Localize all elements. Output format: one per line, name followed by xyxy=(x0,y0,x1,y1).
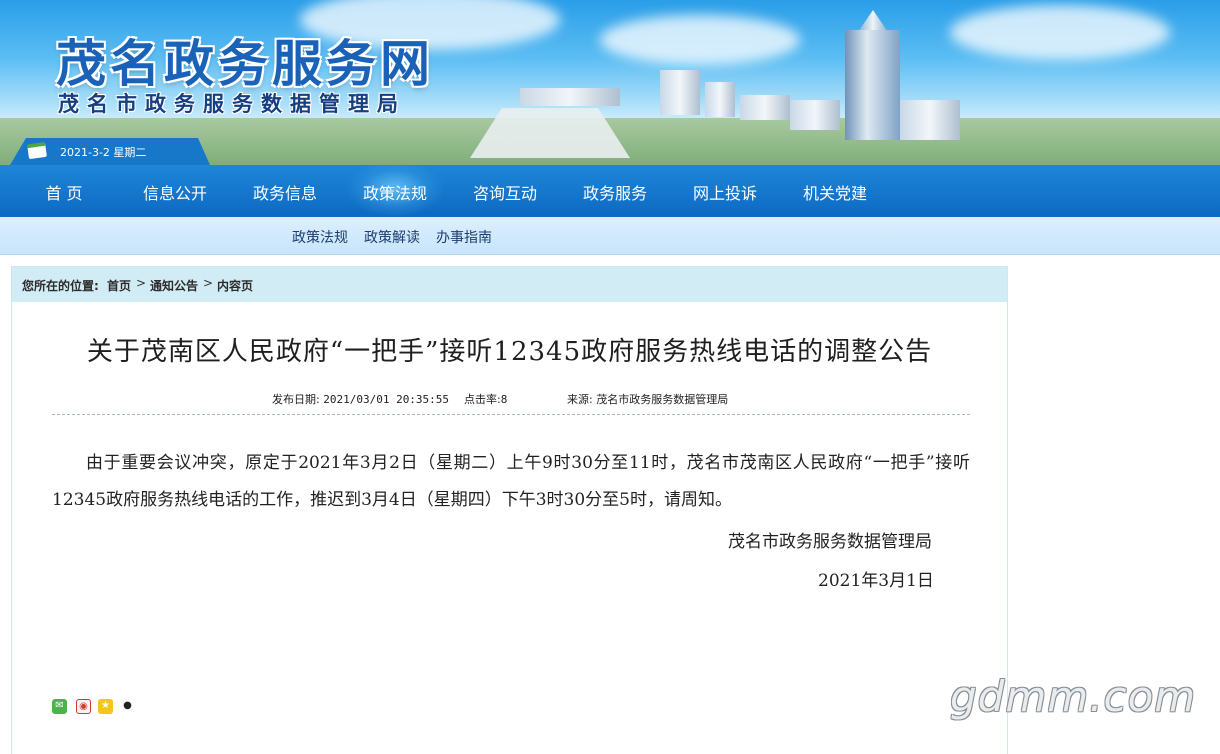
article-title: 关于茂南区人民政府“一把手”接听12345政府服务热线电话的调整公告 xyxy=(86,337,933,367)
calendar-icon xyxy=(27,141,47,160)
article-sign-date: 2021年3月1日 xyxy=(818,571,934,591)
nav-item-consult[interactable]: 咨询互动 xyxy=(455,165,555,217)
current-date: 2021-3-2 星期二 xyxy=(60,146,147,159)
qq-icon[interactable]: ● xyxy=(120,699,135,714)
city-building xyxy=(740,95,790,120)
main-nav: 首 页 信息公开 政务信息 政策法规 咨询互动 政务服务 网上投诉 机关党建 xyxy=(0,165,1220,217)
click-count-value: 8 xyxy=(500,393,508,406)
cloud-decoration xyxy=(950,5,1170,60)
breadcrumb-separator: > xyxy=(136,276,147,290)
cloud-decoration xyxy=(600,15,800,65)
weibo-icon[interactable]: ◉ xyxy=(76,699,91,714)
wechat-icon[interactable]: ✉ xyxy=(52,699,67,714)
city-plaza xyxy=(470,108,630,158)
city-building xyxy=(520,88,620,106)
city-tower xyxy=(845,30,900,140)
nav-item-home[interactable]: 首 页 xyxy=(14,165,114,217)
breadcrumb-prefix: 您所在的位置: xyxy=(22,279,99,293)
title-divider xyxy=(52,414,970,415)
article-signature: 茂名市政务服务数据管理局 xyxy=(728,532,932,552)
source-value: 茂名市政务服务数据管理局 xyxy=(596,393,729,406)
click-count-label: 点击率: xyxy=(464,393,501,406)
header-banner: 茂名政务服务网 茂名市政务服务数据管理局 2021-3-2 星期二 xyxy=(0,0,1220,165)
breadcrumb-current: 内容页 xyxy=(217,279,254,293)
city-building xyxy=(900,100,960,140)
click-count: 点击率:8 xyxy=(464,391,507,407)
nav-item-party[interactable]: 机关党建 xyxy=(785,165,885,217)
publish-date-value: 2021/03/01 20:35:55 xyxy=(323,393,450,406)
site-title[interactable]: 茂名政务服务网 xyxy=(56,24,434,96)
subnav-item-policy[interactable]: 政策法规 xyxy=(292,227,348,247)
publish-date: 发布日期: 2021/03/01 20:35:55 xyxy=(272,391,449,407)
content-panel: 您所在的位置: 首页 > 通知公告 > 内容页 关于茂南区人民政府“一把手”接听… xyxy=(11,266,1008,754)
sub-nav: 政策法规 政策解读 办事指南 xyxy=(0,217,1220,255)
article-body: 由于重要会议冲突，原定于2021年3月2日（星期二）上午9时30分至11时，茂名… xyxy=(52,453,970,510)
nav-item-policy[interactable]: 政策法规 xyxy=(345,165,445,217)
nav-item-complaint[interactable]: 网上投诉 xyxy=(675,165,775,217)
subnav-item-interpretation[interactable]: 政策解读 xyxy=(364,227,420,247)
nav-item-gov-info[interactable]: 政务信息 xyxy=(235,165,335,217)
article-source: 来源: 茂名市政务服务数据管理局 xyxy=(567,391,728,407)
city-building xyxy=(790,100,840,130)
breadcrumb: 您所在的位置: 首页 > 通知公告 > 内容页 xyxy=(12,267,1007,302)
nav-item-gov-service[interactable]: 政务服务 xyxy=(565,165,665,217)
subnav-item-guide[interactable]: 办事指南 xyxy=(436,227,492,247)
breadcrumb-separator: > xyxy=(203,276,214,290)
city-building xyxy=(705,82,735,117)
source-label: 来源: xyxy=(567,393,593,406)
qzone-icon[interactable]: ★ xyxy=(98,699,113,714)
tower-top xyxy=(858,10,888,32)
watermark: gdmm.com xyxy=(950,672,1197,721)
publish-date-label: 发布日期: xyxy=(272,393,320,406)
site-subtitle: 茂名市政务服务数据管理局 xyxy=(58,92,406,116)
city-building xyxy=(660,70,700,115)
breadcrumb-notices[interactable]: 通知公告 xyxy=(150,277,198,294)
nav-item-info-disclosure[interactable]: 信息公开 xyxy=(125,165,225,217)
breadcrumb-home[interactable]: 首页 xyxy=(107,277,131,294)
